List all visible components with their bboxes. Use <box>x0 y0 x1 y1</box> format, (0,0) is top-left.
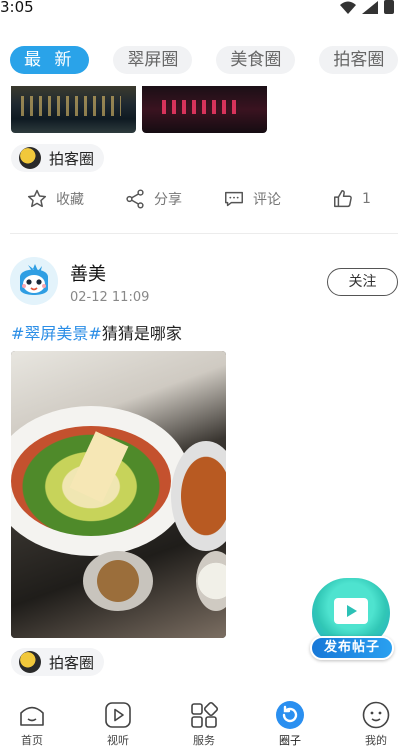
thumbs-up-icon <box>334 190 352 208</box>
post-divider <box>10 233 398 234</box>
nav-circle-label: 圈子 <box>279 734 301 747</box>
nav-mine-label: 我的 <box>365 734 387 747</box>
nav-service-label: 服务 <box>193 734 215 747</box>
tab-latest[interactable]: 最 新 <box>10 46 90 74</box>
status-time: 3:05 <box>0 0 34 16</box>
circle-tag-chip[interactable]: 拍客圈 <box>11 648 105 676</box>
mascot-avatar-icon <box>10 257 58 305</box>
post-photo[interactable] <box>11 351 226 638</box>
home-icon <box>20 706 44 726</box>
nav-service[interactable]: 服务 <box>174 700 234 748</box>
battery-icon <box>384 0 394 14</box>
nav-home[interactable]: 首页 <box>2 700 62 748</box>
circle-avatar <box>19 147 41 169</box>
status-bar: 3:05 <box>0 0 414 20</box>
comment-icon <box>225 191 243 207</box>
star-icon <box>27 189 47 208</box>
follow-button[interactable]: 关注 <box>327 268 398 296</box>
previous-post-images <box>11 86 267 133</box>
post-author-name[interactable]: 善美 <box>70 260 106 286</box>
post-text: #翠屏美景#猜猜是哪家 <box>11 320 182 344</box>
play-icon <box>105 702 131 728</box>
nav-video-label: 视听 <box>107 734 129 747</box>
nav-home-label: 首页 <box>21 734 43 747</box>
collect-button[interactable]: 收藏 <box>26 188 84 210</box>
publish-label: 发布帖子 <box>310 636 394 660</box>
post-body: 猜猜是哪家 <box>101 324 182 343</box>
comment-label: 评论 <box>253 192 281 208</box>
wifi-icon <box>340 1 356 14</box>
share-button[interactable]: 分享 <box>124 188 182 210</box>
post-actions: 收藏 分享 评论 1 <box>0 188 414 214</box>
share-label: 分享 <box>154 192 182 208</box>
smile-face-icon <box>362 701 390 729</box>
comment-button[interactable]: 评论 <box>223 188 281 210</box>
post-time: 02-12 11:09 <box>70 290 150 305</box>
grid-icon <box>191 701 219 728</box>
clapperboard-icon <box>334 598 368 624</box>
tab-food[interactable]: 美食圈 <box>216 46 296 74</box>
like-count: 1 <box>362 191 371 207</box>
publish-post-button[interactable]: 发布帖子 <box>310 578 394 664</box>
nav-mine[interactable]: 我的 <box>346 700 406 748</box>
tab-photo[interactable]: 拍客圈 <box>319 46 399 74</box>
nav-circle[interactable]: 圈子 <box>260 700 320 748</box>
post-image[interactable] <box>11 86 136 133</box>
circle-avatar <box>19 651 41 673</box>
circle-tabs: 最 新 翠屏圈 美食圈 拍客圈 <box>10 46 399 74</box>
circle-tag-chip[interactable]: 拍客圈 <box>11 144 105 172</box>
circle-tag-label: 拍客圈 <box>49 149 95 168</box>
circle-tag-label: 拍客圈 <box>49 653 95 672</box>
post-image[interactable] <box>142 86 267 133</box>
status-icons <box>340 0 394 14</box>
nav-video[interactable]: 视听 <box>88 700 148 748</box>
signal-icon <box>362 0 378 14</box>
share-icon <box>126 189 144 209</box>
bottom-nav: 首页 视听 服务 圈子 我的 <box>0 692 414 752</box>
author-avatar[interactable] <box>10 257 58 305</box>
like-button[interactable]: 1 <box>332 188 371 210</box>
post-hashtag[interactable]: #翠屏美景# <box>11 324 102 343</box>
circle-refresh-icon <box>276 701 304 729</box>
tab-cuiping[interactable]: 翠屏圈 <box>113 46 193 74</box>
collect-label: 收藏 <box>56 192 84 208</box>
